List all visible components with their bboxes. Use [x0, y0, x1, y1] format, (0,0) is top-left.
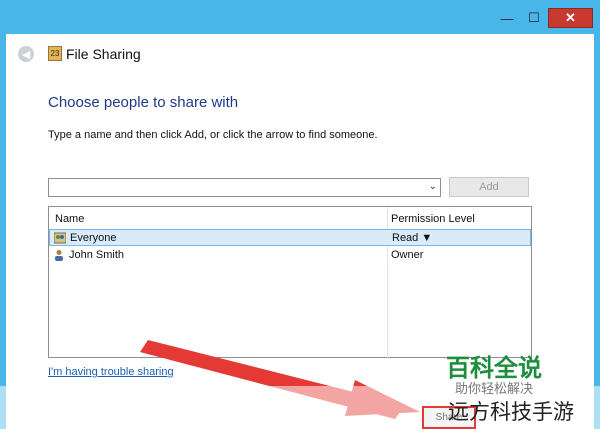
user-icon	[53, 249, 65, 261]
add-button[interactable]: Add	[449, 177, 529, 197]
list-item[interactable]: John Smith Owner	[49, 247, 531, 264]
file-sharing-icon: 23	[48, 46, 62, 61]
watermark-tagline: 助你轻松解决	[455, 382, 534, 397]
watermark-site: 远方科技手游	[448, 400, 574, 424]
person-name: John Smith	[69, 249, 125, 261]
permission-dropdown[interactable]: Read ▼	[392, 232, 432, 244]
title-bar: — ☐ ✕	[0, 0, 600, 34]
chevron-down-icon[interactable]: ⌄	[429, 181, 437, 192]
maximize-button[interactable]: ☐	[522, 8, 546, 28]
column-header-permission[interactable]: Permission Level	[391, 213, 475, 225]
minimize-button[interactable]: —	[495, 8, 519, 28]
instruction-text: Type a name and then click Add, or click…	[48, 129, 378, 141]
person-name: Everyone	[70, 232, 117, 244]
page-title: Choose people to share with	[48, 94, 239, 111]
group-icon	[53, 232, 67, 244]
trouble-sharing-link[interactable]: I'm having trouble sharing	[48, 366, 174, 378]
back-arrow-icon[interactable]: ◀	[18, 46, 34, 62]
close-button[interactable]: ✕	[548, 8, 593, 28]
column-header-name[interactable]: Name	[55, 213, 84, 225]
people-list: Name Permission Level Everyone Read ▼ Jo…	[48, 206, 532, 359]
window-title: File Sharing	[66, 46, 141, 62]
dialog-header: ◀ 23 File Sharing	[6, 34, 594, 74]
name-combobox[interactable]: ⌄	[48, 178, 441, 197]
list-item[interactable]: Everyone Read ▼	[49, 229, 531, 246]
permission-level: Owner	[391, 249, 424, 261]
